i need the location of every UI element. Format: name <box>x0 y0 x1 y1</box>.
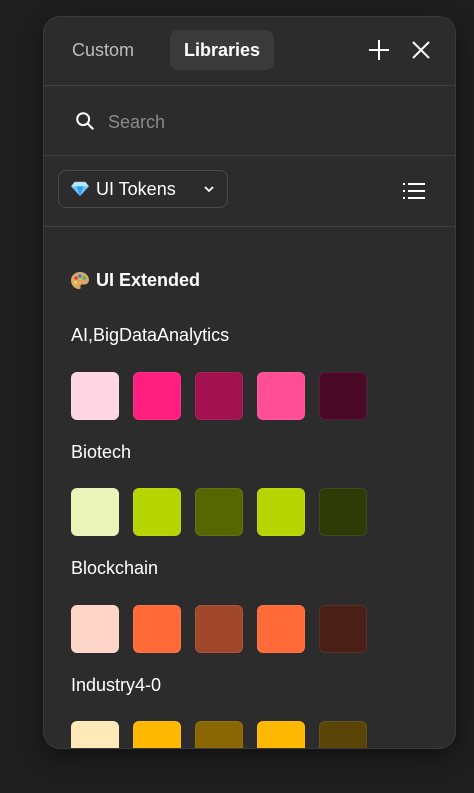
color-swatch[interactable] <box>71 372 119 420</box>
color-swatch[interactable] <box>319 721 367 748</box>
group-label: Industry4-0 <box>71 675 162 695</box>
color-swatch[interactable] <box>133 721 181 748</box>
search-icon <box>76 112 95 131</box>
color-swatch[interactable] <box>257 372 305 420</box>
search-input[interactable] <box>106 105 430 139</box>
color-swatch[interactable] <box>195 372 243 420</box>
color-swatch[interactable] <box>257 721 305 748</box>
swatch-row <box>71 372 367 420</box>
color-swatch[interactable] <box>195 721 243 748</box>
search-bar <box>44 86 455 156</box>
color-swatch[interactable] <box>257 488 305 536</box>
swatch-row <box>71 721 367 748</box>
color-swatch[interactable] <box>133 605 181 653</box>
panel-header: Custom Libraries <box>44 17 455 86</box>
color-swatch[interactable] <box>71 488 119 536</box>
color-swatch[interactable] <box>257 605 305 653</box>
group-label: Biotech <box>71 442 132 462</box>
color-swatch[interactable] <box>195 488 243 536</box>
section-title-text: UI Extended <box>96 270 201 290</box>
group-label: Blockchain <box>71 558 159 578</box>
palette-icon <box>71 271 89 289</box>
close-icon[interactable] <box>409 38 433 62</box>
swatch-row <box>71 605 367 653</box>
color-swatch[interactable] <box>71 605 119 653</box>
color-swatch[interactable] <box>71 721 119 748</box>
color-swatch[interactable] <box>319 605 367 653</box>
section-title: UI Extended <box>70 270 200 291</box>
list-view-icon[interactable] <box>402 179 426 203</box>
library-row: UI Tokens <box>44 156 455 227</box>
color-swatch[interactable] <box>133 488 181 536</box>
tab-libraries[interactable]: Libraries <box>170 30 275 70</box>
swatch-row <box>71 488 367 536</box>
tab-custom[interactable]: Custom <box>58 30 148 70</box>
library-dropdown[interactable]: UI Tokens <box>58 170 228 208</box>
library-dropdown-label: UI Tokens <box>96 178 176 199</box>
gem-icon <box>71 181 89 197</box>
color-swatch[interactable] <box>319 488 367 536</box>
color-library-panel: Custom Libraries UI Tokens <box>44 17 455 748</box>
plus-icon[interactable] <box>367 38 391 62</box>
color-swatch[interactable] <box>133 372 181 420</box>
color-swatch[interactable] <box>319 372 367 420</box>
group-label: AI,BigDataAnalytics <box>71 325 230 345</box>
chevron-down-icon <box>204 186 214 193</box>
color-swatch[interactable] <box>195 605 243 653</box>
